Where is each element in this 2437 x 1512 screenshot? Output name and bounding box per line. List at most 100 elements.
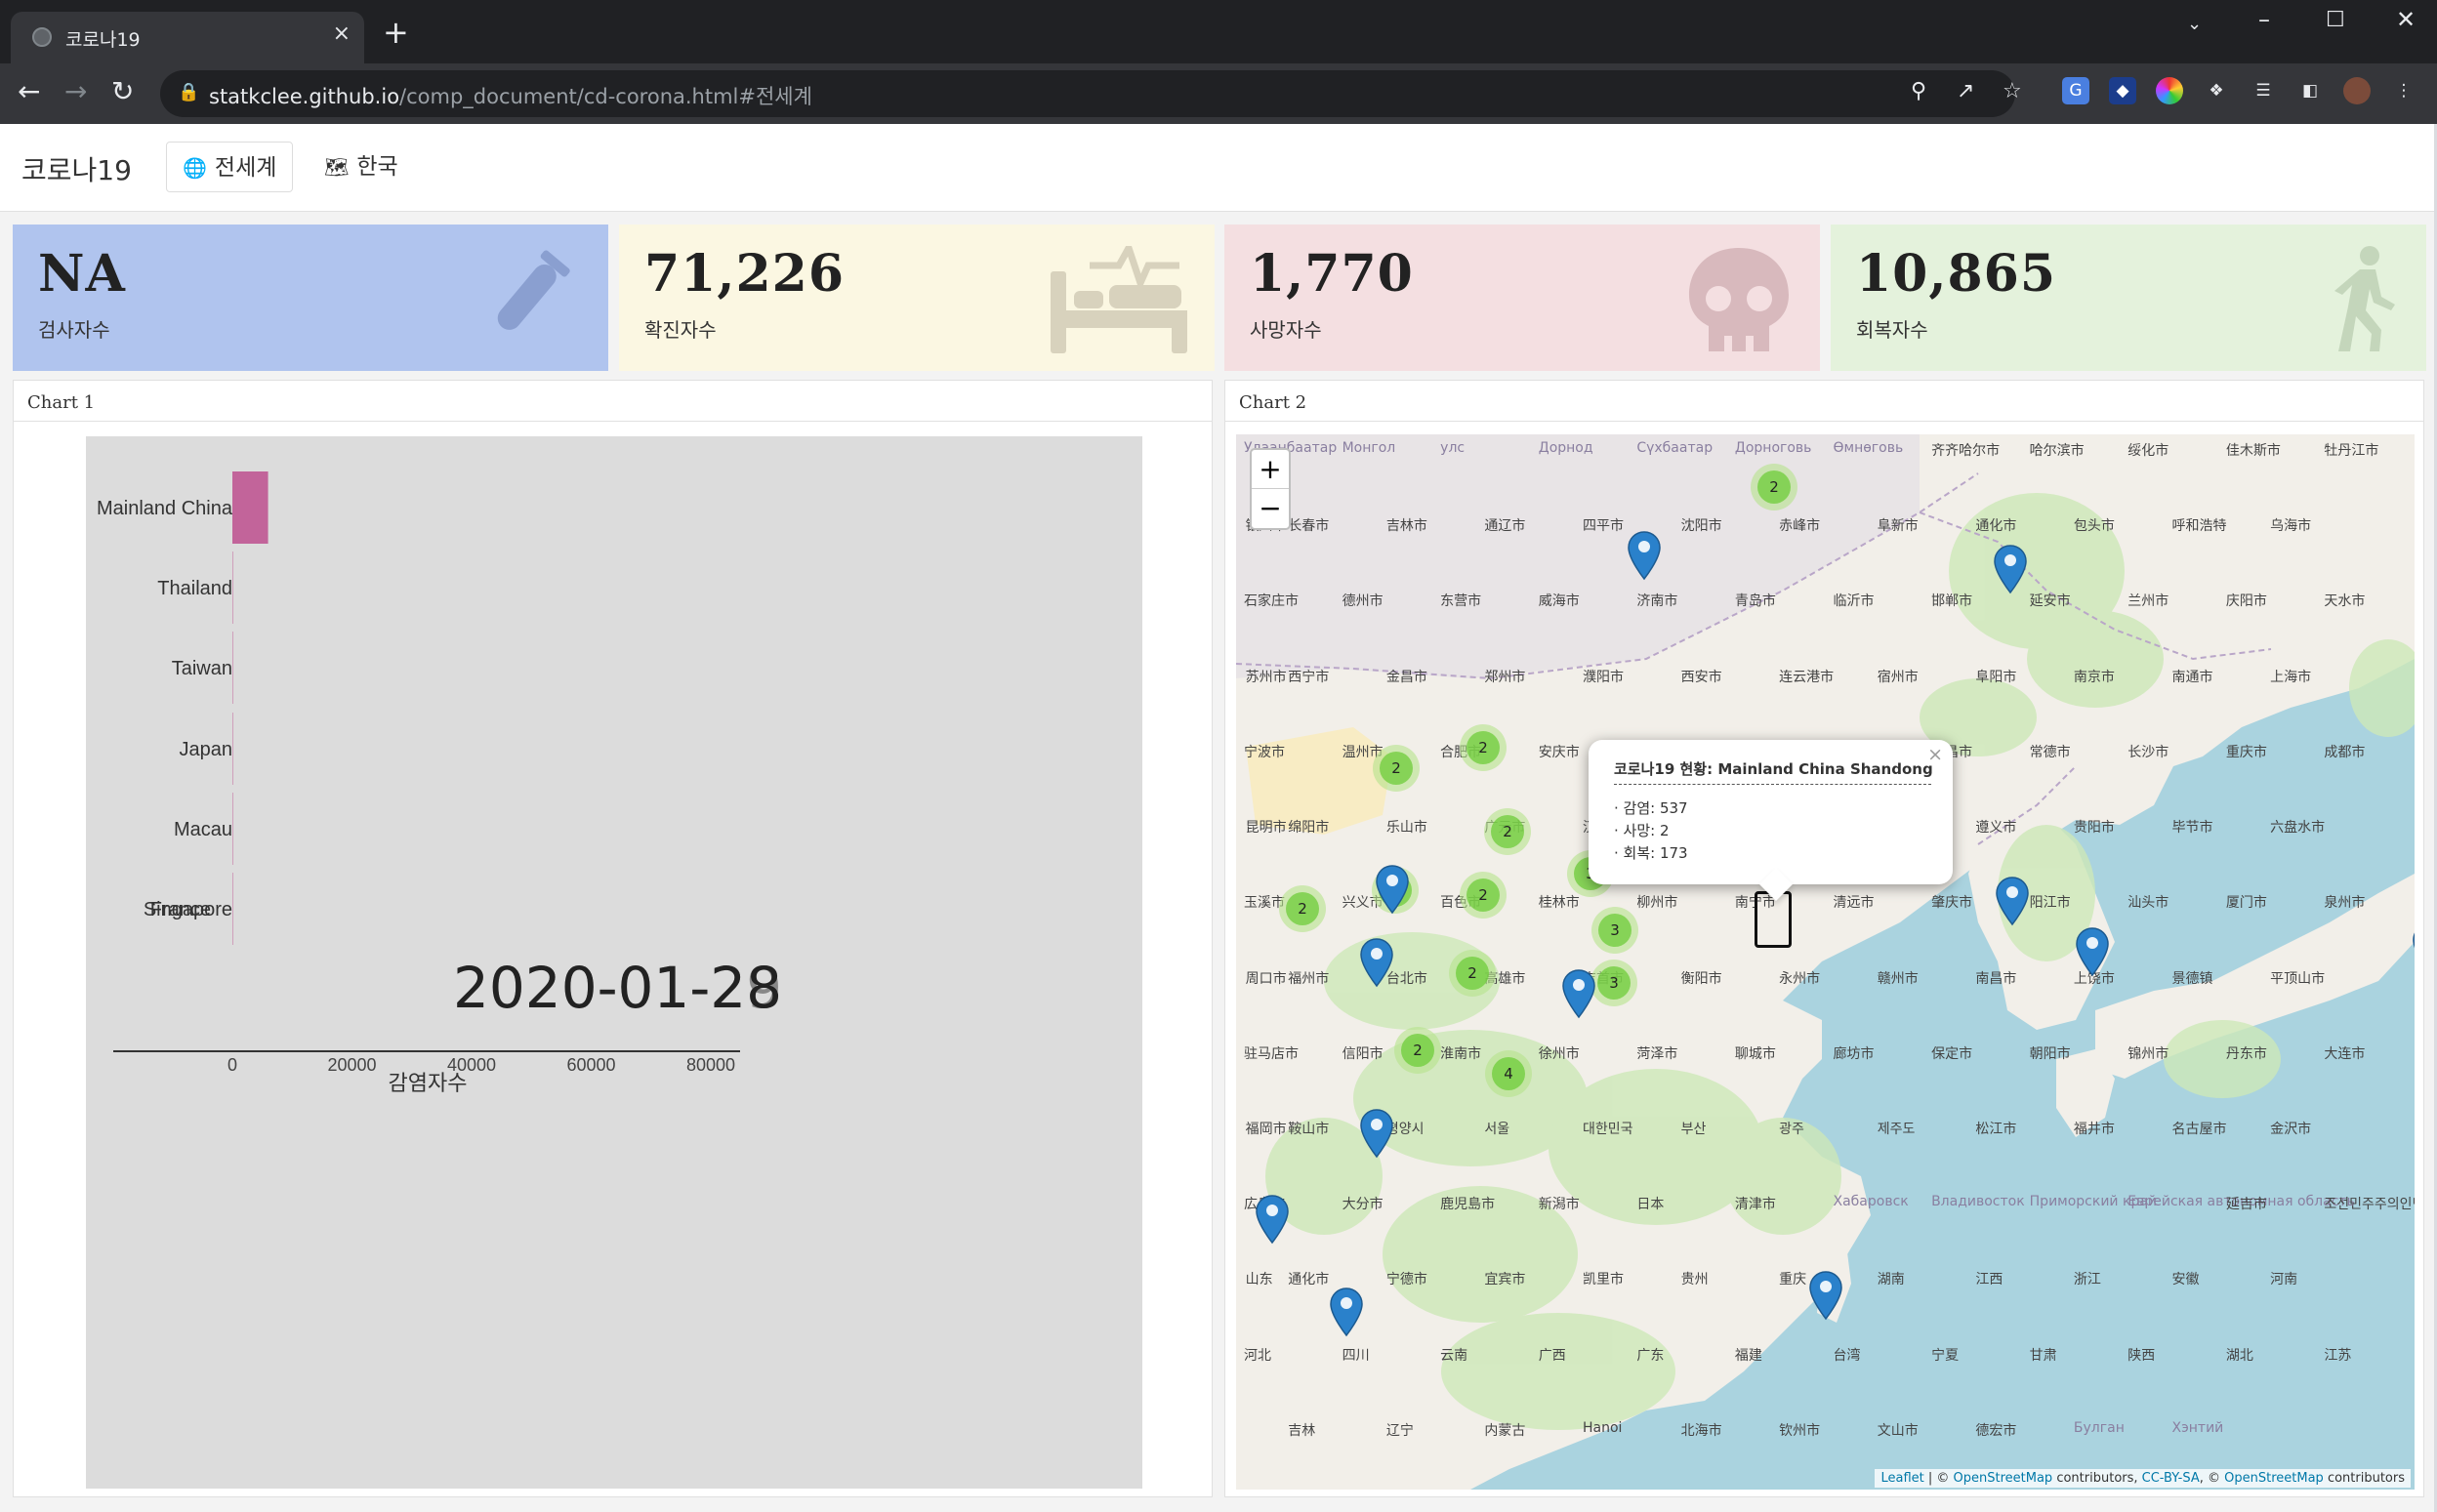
nav-world-label: 전세계 <box>214 155 277 181</box>
tab-search-icon[interactable]: ⌄ <box>2187 14 2202 34</box>
nav-world-link[interactable]: 🌐 전세계 <box>166 142 294 192</box>
attrib-text1: contributors, <box>2052 1471 2142 1486</box>
browser-menu-icon[interactable]: ⋮ <box>2390 77 2417 104</box>
map-place-label: 南京市 <box>2073 669 2115 685</box>
maximize-icon[interactable]: ☐ <box>2326 8 2345 32</box>
map-place-label: 毕节市 <box>2171 820 2213 837</box>
map-place-label: 南通市 <box>2171 669 2213 685</box>
map-place-label: 信阳市 <box>1342 1045 1384 1062</box>
chart2-map[interactable]: Улаанбаатар Монгол улс Дорнод Сүхбаатар Дорно… <box>1236 434 2415 1490</box>
map-place-label: Хабаровск <box>1833 1194 1909 1210</box>
map-popup[interactable]: × 코로나19 현황: Mainland China Shandong · 감염… <box>1589 740 1953 901</box>
zoom-icon[interactable]: ⚲ <box>1911 79 1926 103</box>
address-bar[interactable]: 🔒 statkclee.github.io/comp_document/cd-c… <box>160 70 2022 117</box>
map-marker-pin-icon[interactable] <box>1359 937 1394 988</box>
side-panel-icon[interactable]: ◧ <box>2296 77 2324 104</box>
nav-korea-link[interactable]: 🗺 한국 <box>309 142 414 192</box>
map-place-label: Хэнтий <box>2171 1419 2224 1436</box>
map-place-label: 清津市 <box>1734 1197 1776 1213</box>
dashboard-brand[interactable]: 코로나19 <box>21 149 132 188</box>
map-marker-pin-icon[interactable] <box>1808 1270 1843 1321</box>
y-tick-label-taiwan: Taiwan <box>172 658 232 679</box>
map-marker-pin-icon[interactable] <box>1995 876 2030 926</box>
map-place-label: 呼和浩特 <box>2171 518 2227 535</box>
marker-cluster[interactable]: 2 <box>1373 745 1420 792</box>
bar-taiwan <box>232 632 233 704</box>
map-marker-pin-icon[interactable] <box>1255 1194 1290 1245</box>
map-marker-pin-icon[interactable] <box>1375 864 1410 915</box>
map-place-label: 湖北 <box>2225 1347 2253 1364</box>
marker-cluster[interactable]: 2 <box>1460 872 1507 919</box>
puzzle-extensions-icon[interactable]: ❖ <box>2203 77 2230 104</box>
map-place-label: 淮南市 <box>1440 1045 1482 1062</box>
map-place-label: 赤峰市 <box>1779 518 1821 535</box>
zoom-out-button[interactable]: − <box>1252 489 1289 528</box>
map-place-label: 包头市 <box>2073 518 2115 535</box>
map-place-label: 北海市 <box>1680 1422 1722 1439</box>
marker-cluster[interactable]: 2 <box>1484 808 1531 855</box>
extension-icon[interactable]: ◆ <box>2109 77 2136 104</box>
new-tab-button[interactable]: + <box>383 17 409 48</box>
map-place-label: 河北 <box>1244 1347 1271 1364</box>
map-place-label: 鹿児島市 <box>1440 1197 1496 1213</box>
tests-value: NA <box>38 244 126 304</box>
zoom-in-button[interactable]: + <box>1252 450 1289 489</box>
marker-cluster[interactable]: 2 <box>1751 464 1797 511</box>
marker-cluster[interactable]: 3 <box>1591 907 1638 954</box>
lock-icon[interactable]: 🔒 <box>178 82 199 102</box>
map-place-label: 广东 <box>1636 1347 1665 1364</box>
translate-extension-icon[interactable]: G <box>2062 77 2089 104</box>
map-marker-pin-icon[interactable] <box>2075 926 2110 977</box>
forward-arrow-icon[interactable]: → <box>64 77 87 106</box>
osm-link-1[interactable]: OpenStreetMap <box>1954 1471 2053 1486</box>
map-marker-pin-icon[interactable] <box>1993 544 2028 594</box>
bookmark-star-icon[interactable]: ☆ <box>2003 79 2022 103</box>
map-marker-pin-icon[interactable] <box>1329 1287 1364 1337</box>
marker-cluster[interactable]: 2 <box>1460 724 1507 771</box>
map-place-label: 松江市 <box>1975 1121 2017 1137</box>
map-marker-pin-icon[interactable] <box>1561 968 1596 1019</box>
browser-tab[interactable]: 코로나19 × <box>11 12 364 63</box>
marker-cluster[interactable]: 2 <box>1279 885 1326 932</box>
tab-close-icon[interactable]: × <box>333 21 351 46</box>
url-text[interactable]: statkclee.github.io/comp_document/cd-cor… <box>209 81 812 110</box>
cc-by-sa-link[interactable]: CC-BY-SA <box>2142 1471 2200 1486</box>
x-tick-label: 0 <box>227 1055 237 1075</box>
map-marker-pin-icon[interactable] <box>2412 922 2415 973</box>
map-place-label: 大连市 <box>2324 1045 2366 1062</box>
map-place-label: 朝阳市 <box>2029 1045 2071 1062</box>
map-place-label: 泉州市 <box>2324 895 2366 912</box>
reload-icon[interactable]: ↻ <box>111 77 134 106</box>
cluster-count: 3 <box>1598 914 1632 947</box>
selected-marker-outline[interactable] <box>1755 891 1792 948</box>
cluster-count: 2 <box>1380 752 1413 785</box>
osm-link-2[interactable]: OpenStreetMap <box>2224 1471 2324 1486</box>
marker-cluster[interactable]: 3 <box>1590 960 1637 1006</box>
globe-icon: 🌐 <box>183 156 207 180</box>
color-picker-extension-icon[interactable] <box>2156 77 2183 104</box>
map-place-label: 厦门市 <box>2225 895 2267 912</box>
marker-cluster[interactable]: 2 <box>1394 1027 1441 1074</box>
y-tick-label-mainland-china: Mainland China <box>97 498 233 519</box>
marker-cluster[interactable]: 2 <box>1449 950 1496 997</box>
map-place-label: 赣州市 <box>1877 970 1919 987</box>
map-place-label: 阜阳市 <box>1975 669 2017 685</box>
marker-cluster[interactable]: 4 <box>1485 1050 1532 1097</box>
map-place-label: 哈尔滨市 <box>2029 443 2085 459</box>
minimize-icon[interactable]: – <box>2258 6 2270 33</box>
x-tick-label: 80000 <box>686 1055 735 1075</box>
valuebox-recovered: 10,865 회복자수 <box>1831 225 2426 371</box>
zoom-control[interactable]: + − <box>1250 448 1291 530</box>
leaflet-link[interactable]: Leaflet <box>1880 1471 1923 1486</box>
map-marker-pin-icon[interactable] <box>1627 530 1662 581</box>
map-marker-pin-icon[interactable] <box>1359 1108 1394 1159</box>
window-close-icon[interactable]: ✕ <box>2396 6 2416 33</box>
profile-avatar[interactable] <box>2343 77 2371 104</box>
back-arrow-icon[interactable]: ← <box>18 77 40 106</box>
map-place-label: 齐齐哈尔市 <box>1931 443 2001 459</box>
map-place-label: 石家庄市 <box>1244 593 1299 610</box>
map-place-label: 肇庆市 <box>1931 895 1973 912</box>
share-icon[interactable]: ↗ <box>1957 79 1974 103</box>
map-place-label: 临沂市 <box>1833 593 1875 610</box>
media-queue-icon[interactable]: ☰ <box>2250 77 2277 104</box>
